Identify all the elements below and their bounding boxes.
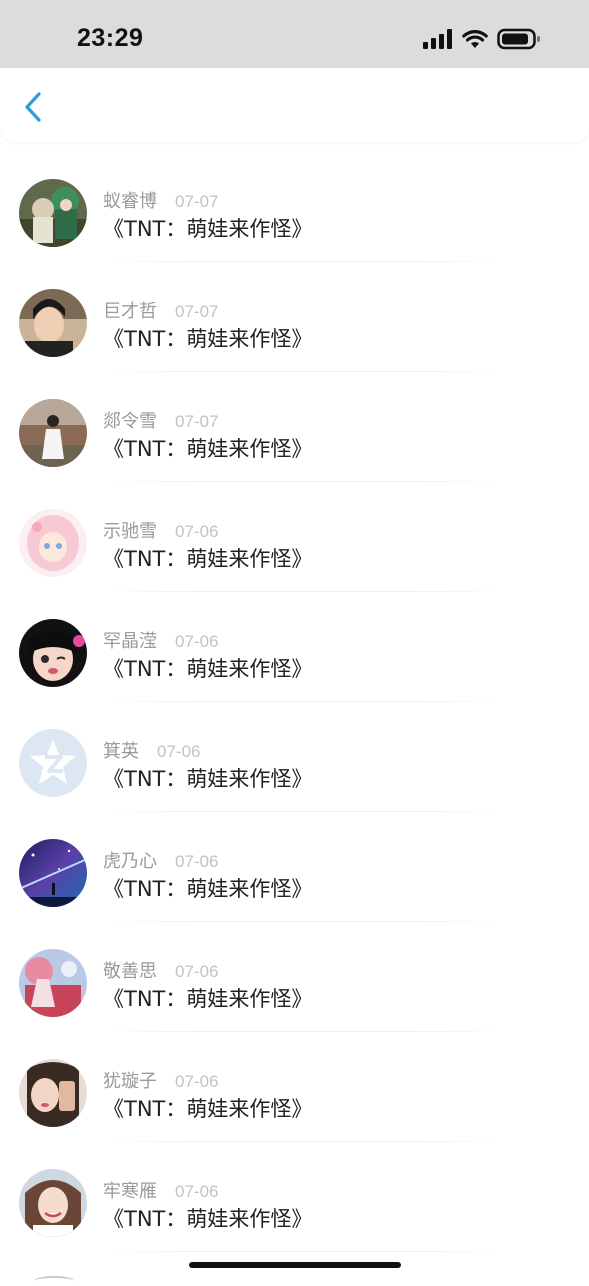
name-line: 蚁睿博 07-07: [103, 187, 218, 213]
comment-title: 《TNT：萌娃来作怪》: [103, 1207, 313, 1231]
post-date: 07-06: [175, 1072, 219, 1091]
chevron-left-icon: [25, 92, 41, 122]
post-date: 07-06: [175, 1182, 219, 1201]
name-line: 示驰雪 07-06: [103, 517, 218, 543]
list-item[interactable]: 蚁睿博 07-07 《TNT：萌娃来作怪》: [0, 152, 589, 262]
status-time: 23:29: [77, 24, 144, 52]
smiling-girl-avatar[interactable]: [19, 1169, 87, 1237]
list-item[interactable]: 示驰雪 07-06 《TNT：萌娃来作怪》: [0, 482, 589, 592]
name-line: 箕英 07-06: [103, 737, 200, 763]
list-item[interactable]: 牢寒雁 07-06 《TNT：萌娃来作怪》: [0, 1142, 589, 1252]
name-line: 巨才哲 07-07: [103, 297, 218, 323]
post-date: 07-06: [175, 522, 219, 541]
user-name[interactable]: 牢寒雁: [103, 1177, 157, 1203]
name-line: 敬善思 07-06: [103, 957, 218, 983]
battery-icon: [497, 28, 540, 50]
status-icons: [423, 28, 541, 50]
name-line: 罕晶滢 07-06: [103, 627, 218, 653]
name-line: 牢寒雁 07-06: [103, 1177, 218, 1203]
post-date: 07-07: [175, 192, 219, 211]
girl-white-dress-avatar[interactable]: [19, 399, 87, 467]
user-name[interactable]: 示驰雪: [103, 517, 157, 543]
name-line: 犹璇子 07-06: [103, 1067, 218, 1093]
name-line: 虎乃心 07-06: [103, 847, 218, 873]
user-name[interactable]: 巨才哲: [103, 297, 157, 323]
young-man-selfie-avatar[interactable]: [19, 289, 87, 357]
post-date: 07-06: [157, 742, 201, 761]
list-item[interactable]: 敬善思 07-06 《TNT：萌娃来作怪》: [0, 922, 589, 1032]
comment-title: 《TNT：萌娃来作怪》: [103, 217, 313, 241]
comment-title: 《TNT：萌娃来作怪》: [103, 657, 313, 681]
anime-red-scene-avatar[interactable]: [19, 949, 87, 1017]
home-indicator[interactable]: [189, 1262, 401, 1268]
user-name[interactable]: 敬善思: [103, 957, 157, 983]
wifi-icon: [462, 30, 488, 48]
user-name[interactable]: 郯令雪: [103, 407, 157, 433]
user-name[interactable]: 犹璇子: [103, 1067, 157, 1093]
post-date: 07-06: [175, 962, 219, 981]
cellular-signal-icon: [423, 29, 452, 49]
comment-title: 《TNT：萌娃来作怪》: [103, 1097, 313, 1121]
anime-characters-avatar[interactable]: [19, 179, 87, 247]
next-avatar-peek: [34, 1276, 74, 1286]
anime-pink-hair-girl-avatar[interactable]: [19, 509, 87, 577]
post-date: 07-06: [175, 632, 219, 651]
back-button[interactable]: [18, 90, 48, 124]
comment-title: 《TNT：萌娃来作怪》: [103, 547, 313, 571]
post-date: 07-06: [175, 852, 219, 871]
status-bar: 23:29: [0, 0, 589, 68]
post-date: 07-07: [175, 302, 219, 321]
default-qzone-avatar[interactable]: [19, 729, 87, 797]
name-line: 郯令雪 07-07: [103, 407, 218, 433]
comment-list: 蚁睿博 07-07 《TNT：萌娃来作怪》 巨才哲 07-07 《TNT：萌娃来…: [0, 152, 589, 1252]
comment-title: 《TNT：萌娃来作怪》: [103, 327, 313, 351]
comment-title: 《TNT：萌娃来作怪》: [103, 877, 313, 901]
list-item[interactable]: 罕晶滢 07-06 《TNT：萌娃来作怪》: [0, 592, 589, 702]
user-name[interactable]: 箕英: [103, 737, 139, 763]
comment-title: 《TNT：萌娃来作怪》: [103, 767, 313, 791]
starry-sky-avatar[interactable]: [19, 839, 87, 907]
list-item[interactable]: 犹璇子 07-06 《TNT：萌娃来作怪》: [0, 1032, 589, 1142]
list-item[interactable]: 郯令雪 07-07 《TNT：萌娃来作怪》: [0, 372, 589, 482]
user-name[interactable]: 蚁睿博: [103, 187, 157, 213]
user-name[interactable]: 虎乃心: [103, 847, 157, 873]
list-item[interactable]: 虎乃心 07-06 《TNT：萌娃来作怪》: [0, 812, 589, 922]
user-name[interactable]: 罕晶滢: [103, 627, 157, 653]
post-date: 07-07: [175, 412, 219, 431]
navigation-bar: [0, 68, 589, 142]
girl-phone-selfie-avatar[interactable]: [19, 1059, 87, 1127]
comment-title: 《TNT：萌娃来作怪》: [103, 987, 313, 1011]
illustrated-girl-wink-avatar[interactable]: [19, 619, 87, 687]
list-item[interactable]: 巨才哲 07-07 《TNT：萌娃来作怪》: [0, 262, 589, 372]
list-item[interactable]: 箕英 07-06 《TNT：萌娃来作怪》: [0, 702, 589, 812]
comment-title: 《TNT：萌娃来作怪》: [103, 437, 313, 461]
